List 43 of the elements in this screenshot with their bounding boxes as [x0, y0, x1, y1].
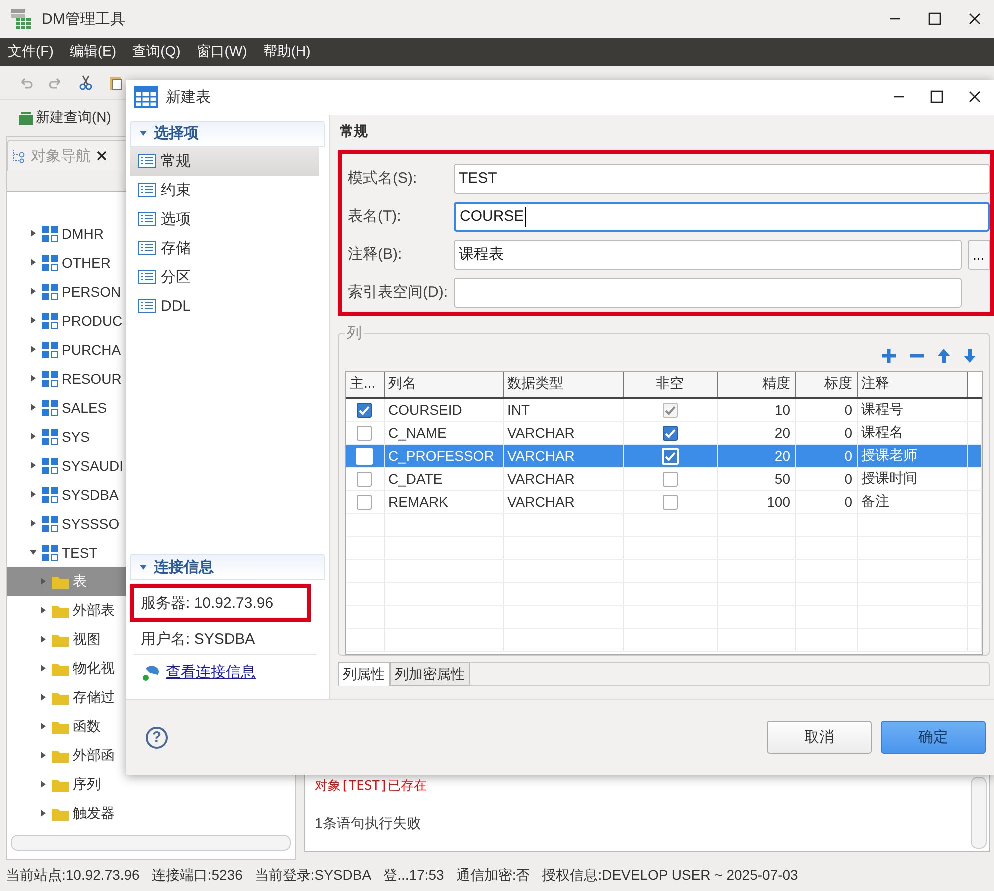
table-cell: C_NAME	[384, 421, 503, 444]
table-cell: 20	[717, 421, 795, 444]
log-message: 1条语句执行失败	[315, 815, 422, 833]
table-cell: 课程号	[857, 398, 967, 422]
table-cell: 0	[795, 490, 857, 514]
status-item: 连接端口:5236	[152, 866, 243, 884]
section-title: 常规	[339, 122, 369, 141]
table-cell: VARCHAR	[503, 467, 623, 490]
user-info: 用户名: SYSDBA	[141, 630, 256, 649]
table-cell: C_PROFESSOR	[384, 444, 503, 468]
status-item: 通信加密:否	[456, 866, 530, 884]
status-item: 当前登录:SYSDBA	[254, 866, 372, 884]
table-cell: 10	[717, 398, 795, 422]
table-cell: 0	[795, 444, 857, 468]
status-item: 授权信息:DEVELOP USER ~ 2025-07-03	[542, 866, 798, 884]
table-cell: 100	[717, 490, 795, 514]
window-title: DM管理工具	[42, 10, 126, 28]
table-cell: C_DATE	[384, 467, 503, 490]
table-cell: 0	[795, 467, 857, 490]
table-cell: INT	[503, 398, 623, 422]
table-cell: COURSEID	[384, 398, 503, 422]
table-cell: 授课老师	[857, 444, 967, 468]
table-cell: 0	[795, 421, 857, 444]
table-cell: 20	[717, 444, 795, 468]
table-cell: VARCHAR	[503, 421, 623, 444]
dialog-title: 新建表	[166, 88, 211, 107]
status-item: 当前站点:10.92.73.96	[6, 866, 140, 884]
table-cell: 0	[795, 398, 857, 422]
status-item: 登...17:53	[384, 866, 444, 884]
group-label: 列	[346, 324, 363, 343]
field-label: 模式名(S):	[348, 169, 418, 188]
table-cell: 授课时间	[857, 467, 967, 490]
table-cell: 课程名	[857, 421, 967, 444]
field-label: 注释(B):	[348, 245, 404, 264]
field-label: 索引表空间(D):	[348, 283, 449, 302]
server-info: 服务器: 10.92.73.96	[141, 594, 274, 613]
table-cell: 50	[717, 467, 795, 490]
table-cell: VARCHAR	[503, 490, 623, 514]
table-cell: 备注	[857, 490, 967, 514]
table-cell: VARCHAR	[503, 444, 623, 468]
field-label: 表名(T):	[348, 207, 402, 226]
log-message: 对象[TEST]已存在	[315, 778, 428, 795]
table-cell: REMARK	[384, 490, 503, 514]
